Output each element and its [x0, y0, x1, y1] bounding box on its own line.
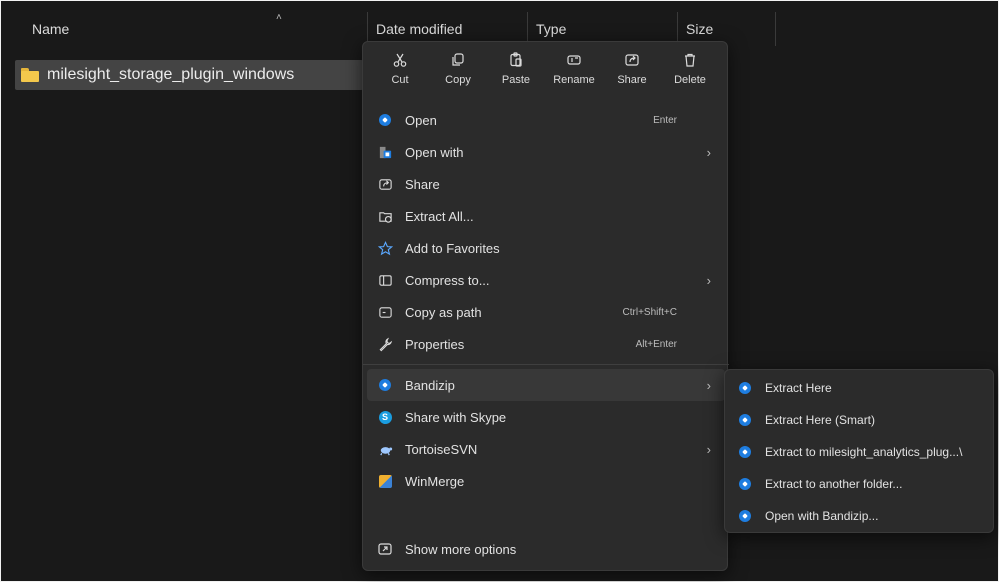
column-type-label: Type — [536, 21, 567, 37]
compress-icon — [378, 274, 392, 286]
skype-icon: S — [378, 410, 392, 424]
cut-label: Cut — [391, 74, 409, 86]
menu-item-share[interactable]: Share — [363, 168, 729, 200]
menu-item-properties[interactable]: Properties Alt+Enter — [363, 328, 729, 360]
menu-item-label: Open with — [405, 144, 464, 160]
menu-item-share-with-skype[interactable]: S Share with Skype — [363, 401, 729, 433]
delete-label: Delete — [674, 74, 706, 86]
menu-item-label: Properties — [405, 336, 465, 352]
bandizip-icon — [739, 478, 751, 490]
share-button[interactable]: Share — [603, 46, 661, 104]
menu-item-add-to-favorites[interactable]: Add to Favorites — [363, 232, 729, 264]
paste-button[interactable]: Paste — [487, 46, 545, 104]
bandizip-icon — [739, 446, 751, 458]
file-name: milesight_storage_plugin_windows — [47, 66, 295, 83]
scissors-icon — [393, 53, 407, 67]
menu-item-copy-as-path[interactable]: Copy as path Ctrl+Shift+C — [363, 296, 729, 328]
show-more-icon — [378, 543, 392, 555]
menu-item-bandizip[interactable]: Bandizip › — [367, 369, 725, 401]
show-more-options-button[interactable]: Show more options — [377, 538, 516, 560]
bandizip-icon — [379, 379, 391, 391]
menu-item-label: Compress to... — [405, 272, 490, 288]
chevron-up-icon: ˄ — [276, 12, 282, 23]
menu-item-label: Open — [405, 112, 437, 128]
submenu-item-label: Extract to another folder... — [765, 477, 903, 491]
submenu-item-label: Extract Here (Smart) — [765, 413, 876, 427]
menu-item-extract-all[interactable]: Extract All... — [363, 200, 729, 232]
wrench-icon — [379, 337, 392, 351]
star-icon — [377, 240, 393, 255]
quick-actions-bar: Cut Copy Paste Rename Share Delete — [371, 46, 721, 104]
menu-item-label: Share with Skype — [405, 409, 507, 425]
open-with-icon — [379, 146, 391, 158]
rename-label: Rename — [553, 74, 595, 86]
share-icon — [378, 178, 392, 190]
bandizip-submenu: Extract Here Extract Here (Smart) Extrac… — [724, 369, 994, 533]
bandizip-icon — [739, 414, 751, 426]
menu-item-accelerator: Alt+Enter — [635, 338, 677, 350]
bandizip-icon — [379, 114, 391, 126]
chevron-right-icon: › — [706, 144, 711, 160]
copy-path-icon — [378, 306, 392, 318]
share-label: Share — [617, 74, 647, 86]
submenu-item-extract-here-smart[interactable]: Extract Here (Smart) — [725, 404, 993, 436]
menu-item-tortoisesvn[interactable]: TortoiseSVN › — [363, 433, 729, 465]
copy-icon — [452, 53, 464, 66]
submenu-item-label: Extract Here — [765, 381, 832, 395]
paste-icon — [510, 52, 522, 67]
bandizip-icon — [739, 510, 751, 522]
rename-icon — [567, 55, 581, 65]
menu-item-open-with[interactable]: Open with › — [363, 136, 729, 168]
paste-label: Paste — [501, 74, 531, 86]
submenu-item-label: Open with Bandizip... — [765, 509, 879, 523]
tortoisesvn-icon — [379, 446, 392, 455]
menu-item-label: Copy as path — [405, 304, 482, 320]
context-menu: Cut Copy Paste Rename Share Delete Open … — [362, 41, 729, 571]
chevron-right-icon: › — [706, 272, 711, 288]
menu-item-open[interactable]: Open Enter — [363, 104, 729, 136]
bandizip-icon — [739, 382, 751, 394]
menu-item-label: Extract All... — [405, 208, 474, 224]
menu-item-winmerge[interactable]: WinMerge — [363, 465, 729, 497]
column-date-label: Date modified — [376, 21, 463, 37]
submenu-item-extract-to-another-folder[interactable]: Extract to another folder... — [725, 468, 993, 500]
menu-item-label: Share — [405, 176, 440, 192]
file-row[interactable]: milesight_storage_plugin_windows — [15, 60, 363, 90]
cut-button[interactable]: Cut — [371, 46, 429, 104]
chevron-right-icon: › — [706, 377, 711, 393]
extract-all-icon — [378, 211, 392, 223]
column-size-label: Size — [686, 21, 714, 37]
rename-button[interactable]: Rename — [545, 46, 603, 104]
copy-label: Copy — [445, 74, 471, 86]
share-icon — [625, 54, 639, 66]
trash-icon — [685, 53, 695, 67]
folder-icon — [21, 68, 39, 82]
menu-item-accelerator: Enter — [653, 114, 677, 126]
copy-button[interactable]: Copy — [429, 46, 487, 104]
menu-item-label: Add to Favorites — [405, 240, 500, 256]
menu-item-label: TortoiseSVN — [405, 441, 478, 457]
chevron-right-icon: › — [706, 441, 711, 457]
winmerge-icon — [378, 474, 392, 488]
submenu-item-extract-here[interactable]: Extract Here — [725, 372, 993, 404]
menu-separator — [363, 364, 729, 365]
submenu-item-open-with-bandizip[interactable]: Open with Bandizip... — [725, 500, 993, 532]
menu-items: Open Enter Open with › Share Extract All… — [363, 104, 729, 497]
submenu-item-label: Extract to milesight_analytics_plug...\ — [765, 445, 963, 459]
menu-item-compress-to[interactable]: Compress to... › — [363, 264, 729, 296]
submenu-item-extract-to-folder[interactable]: Extract to milesight_analytics_plug...\ — [725, 436, 993, 468]
menu-item-label: Bandizip — [405, 377, 455, 393]
column-name-label: Name — [32, 21, 70, 37]
menu-item-label: WinMerge — [405, 473, 465, 489]
show-more-label: Show more options — [405, 541, 517, 557]
column-header-name[interactable]: Name ˄ — [8, 12, 368, 46]
delete-button[interactable]: Delete — [661, 46, 719, 104]
menu-item-accelerator: Ctrl+Shift+C — [622, 306, 677, 318]
